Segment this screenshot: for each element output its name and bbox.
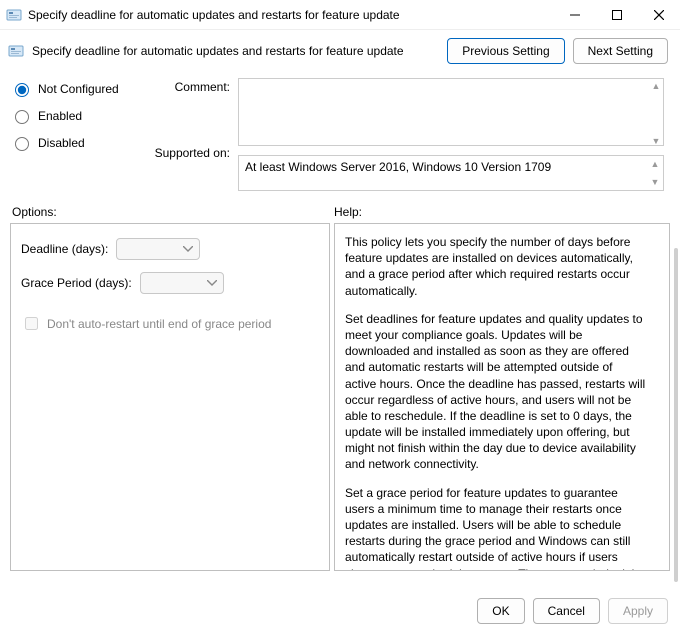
minimize-button[interactable] <box>554 0 596 30</box>
deadline-label: Deadline (days): <box>21 242 108 256</box>
no-auto-restart-checkbox[interactable] <box>25 317 38 330</box>
supported-on-text: At least Windows Server 2016, Windows 10… <box>245 160 551 174</box>
scroll-down-icon[interactable]: ▼ <box>648 133 664 149</box>
chevron-down-icon <box>183 246 193 252</box>
grace-period-row: Grace Period (days): <box>21 272 319 294</box>
policy-icon <box>8 43 24 59</box>
policy-subtitle: Specify deadline for automatic updates a… <box>32 44 404 58</box>
state-radio-group: Not Configured Enabled Disabled <box>10 78 150 191</box>
previous-setting-button[interactable]: Previous Setting <box>447 38 564 64</box>
ok-button[interactable]: OK <box>477 598 524 624</box>
policy-state-section: Not Configured Enabled Disabled Comment:… <box>0 72 680 195</box>
radio-disabled[interactable]: Disabled <box>10 134 150 151</box>
scroll-down-icon[interactable]: ▼ <box>647 174 663 190</box>
comment-label: Comment: <box>154 80 230 94</box>
radio-not-configured-label: Not Configured <box>38 82 119 96</box>
policy-icon <box>6 7 22 23</box>
supported-on-label: Supported on: <box>154 146 230 160</box>
header-row: Specify deadline for automatic updates a… <box>0 30 680 72</box>
comment-textarea[interactable] <box>238 78 664 146</box>
panes: Deadline (days): Grace Period (days): Do… <box>0 223 680 571</box>
help-pane[interactable]: This policy lets you specify the number … <box>334 223 670 571</box>
options-label: Options: <box>12 205 334 219</box>
scroll-up-icon[interactable]: ▲ <box>648 78 664 94</box>
help-paragraph: Set deadlines for feature updates and qu… <box>345 311 647 473</box>
radio-disabled-input[interactable] <box>15 137 29 151</box>
options-pane: Deadline (days): Grace Period (days): Do… <box>10 223 330 571</box>
chevron-down-icon <box>207 280 217 286</box>
scroll-up-icon[interactable]: ▲ <box>647 156 663 172</box>
close-button[interactable] <box>638 0 680 30</box>
radio-not-configured-input[interactable] <box>15 83 29 97</box>
field-labels-column: Comment: Supported on: <box>154 78 234 191</box>
section-labels: Options: Help: <box>0 195 680 223</box>
help-paragraph: This policy lets you specify the number … <box>345 234 647 299</box>
deadline-row: Deadline (days): <box>21 238 319 260</box>
deadline-select[interactable] <box>116 238 200 260</box>
no-auto-restart-row: Don't auto-restart until end of grace pe… <box>21 314 319 333</box>
help-paragraph: Set a grace period for feature updates t… <box>345 485 647 571</box>
supported-on-box: At least Windows Server 2016, Windows 10… <box>238 155 664 191</box>
grace-period-select[interactable] <box>140 272 224 294</box>
no-auto-restart-label: Don't auto-restart until end of grace pe… <box>47 317 271 331</box>
maximize-button[interactable] <box>596 0 638 30</box>
dialog-footer: OK Cancel Apply <box>477 598 668 624</box>
supported-scrollbar[interactable]: ▲ ▼ <box>647 156 663 190</box>
window-title: Specify deadline for automatic updates a… <box>28 8 554 22</box>
radio-enabled-input[interactable] <box>15 110 29 124</box>
field-values-column: ▲ ▼ At least Windows Server 2016, Window… <box>238 78 670 191</box>
next-setting-button[interactable]: Next Setting <box>573 38 668 64</box>
grace-period-label: Grace Period (days): <box>21 276 132 290</box>
radio-disabled-label: Disabled <box>38 136 85 150</box>
radio-enabled-label: Enabled <box>38 109 82 123</box>
help-label: Help: <box>334 205 668 219</box>
radio-not-configured[interactable]: Not Configured <box>10 80 150 97</box>
apply-button[interactable]: Apply <box>608 598 668 624</box>
comment-scrollbar[interactable]: ▲ ▼ <box>648 78 664 149</box>
radio-enabled[interactable]: Enabled <box>10 107 150 124</box>
title-bar: Specify deadline for automatic updates a… <box>0 0 680 30</box>
cancel-button[interactable]: Cancel <box>533 598 600 624</box>
window-scrollbar[interactable] <box>674 248 678 582</box>
window-controls <box>554 0 680 30</box>
